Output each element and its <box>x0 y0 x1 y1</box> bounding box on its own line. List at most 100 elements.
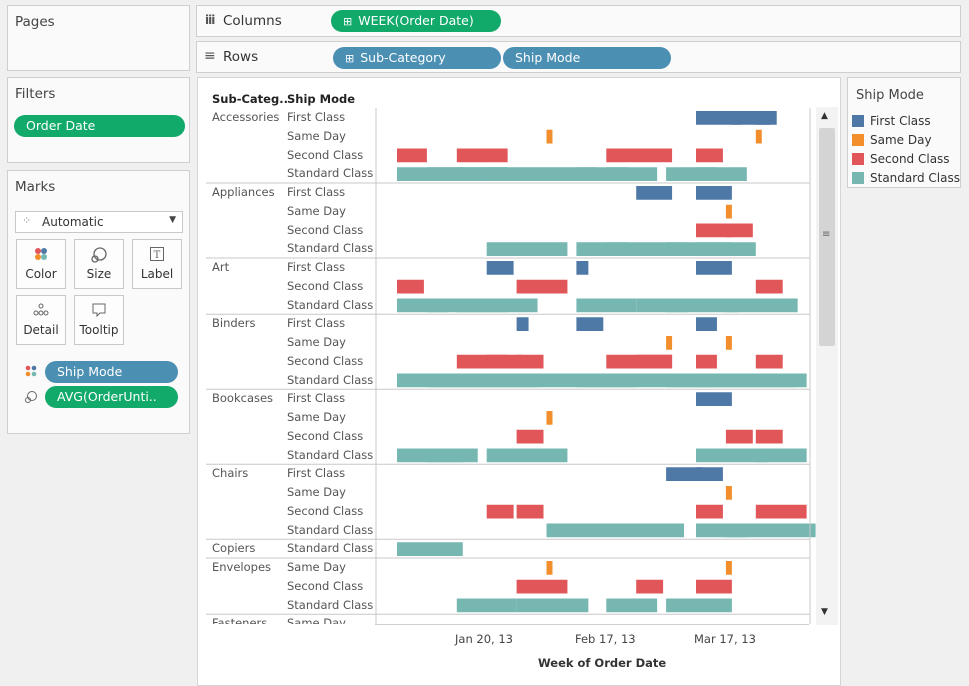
gantt-bar[interactable] <box>456 598 517 613</box>
gantt-bar[interactable] <box>636 186 673 200</box>
gantt-bar[interactable] <box>456 148 508 163</box>
marks-title: Marks <box>15 179 56 195</box>
gantt-bar[interactable] <box>486 504 514 519</box>
gantt-bar[interactable] <box>696 392 732 406</box>
gantt-bar[interactable] <box>486 167 547 181</box>
columns-shelf[interactable]: iii Columns ⊞ WEEK(Order Date) <box>196 5 961 37</box>
gantt-bar[interactable] <box>486 261 514 275</box>
encoding-pill-ship-mode[interactable]: Ship Mode <box>45 361 178 383</box>
gantt-bar[interactable] <box>516 354 544 369</box>
gantt-bar[interactable] <box>546 561 553 575</box>
scroll-down-arrow[interactable]: ▼ <box>821 607 828 617</box>
gantt-bar[interactable] <box>486 242 568 256</box>
color-button[interactable]: Color <box>16 239 66 289</box>
grip-icon: ≡ <box>822 229 831 240</box>
gantt-bar[interactable] <box>516 429 544 444</box>
gantt-bar[interactable] <box>725 523 816 538</box>
gantt-bar[interactable] <box>696 261 732 275</box>
columns-label: Columns <box>223 13 282 29</box>
mark-type-label: Automatic <box>42 215 104 229</box>
size-button[interactable]: Size <box>74 239 124 289</box>
gantt-bar[interactable] <box>725 486 732 500</box>
gantt-bar[interactable] <box>725 298 798 313</box>
legend-label: Second Class <box>870 152 950 166</box>
gantt-bar[interactable] <box>755 504 807 519</box>
gantt-bar[interactable] <box>696 467 723 481</box>
color-button-label: Color <box>25 267 57 281</box>
gantt-bar[interactable] <box>546 129 553 144</box>
gantt-bar[interactable] <box>397 279 424 294</box>
gantt-bar[interactable] <box>696 186 732 200</box>
gantt-bar[interactable] <box>755 373 807 388</box>
gantt-bar[interactable] <box>725 429 753 444</box>
scrollbar-thumb[interactable]: ≡ <box>819 128 835 346</box>
gantt-bar[interactable] <box>755 429 783 444</box>
detail-button[interactable]: Detail <box>16 295 66 345</box>
legend-label: Same Day <box>870 133 932 147</box>
gantt-bar[interactable] <box>755 279 783 294</box>
gantt-bar[interactable] <box>606 167 658 181</box>
columns-pill[interactable]: ⊞ WEEK(Order Date) <box>331 10 501 32</box>
rows-pill-subcategory[interactable]: ⊞ Sub-Category <box>333 47 501 69</box>
rows-shelf[interactable]: ≡ Rows ⊞ Sub-Category Ship Mode <box>196 41 961 73</box>
gantt-bar[interactable] <box>397 542 463 556</box>
gantt-bar[interactable] <box>696 167 747 181</box>
gantt-bar[interactable] <box>516 279 568 294</box>
gantt-bar[interactable] <box>696 504 723 519</box>
gantt-bar[interactable] <box>696 242 756 256</box>
legend-item[interactable]: Same Day <box>852 133 932 147</box>
gantt-bar[interactable] <box>486 298 538 313</box>
gantt-bar[interactable] <box>636 354 673 369</box>
gantt-bar[interactable] <box>516 598 589 613</box>
gantt-bar[interactable] <box>696 354 717 369</box>
text-label-icon: T <box>133 246 181 264</box>
gantt-bar[interactable] <box>546 523 685 538</box>
gantt-bar[interactable] <box>516 579 568 594</box>
gantt-bar[interactable] <box>576 261 589 275</box>
legend-item[interactable]: Second Class <box>852 152 950 166</box>
automatic-icon: ⁘ <box>22 214 32 227</box>
scroll-up-arrow[interactable]: ▲ <box>821 111 828 121</box>
gantt-bar[interactable] <box>755 448 807 463</box>
legend-swatch <box>852 153 864 165</box>
tooltip-button[interactable]: Tooltip <box>74 295 124 345</box>
mark-type-dropdown[interactable]: ⁘ Automatic ▼ <box>15 211 183 233</box>
gantt-bar[interactable] <box>546 411 553 425</box>
gantt-bar[interactable] <box>397 148 427 163</box>
legend-label: First Class <box>870 114 931 128</box>
gantt-bar[interactable] <box>725 223 753 238</box>
gantt-bar[interactable] <box>516 317 529 331</box>
gantt-bar[interactable] <box>636 579 664 594</box>
gantt-bar[interactable] <box>606 148 673 163</box>
encoding-pill-avg[interactable]: AVG(OrderUnti.. <box>45 386 178 408</box>
gantt-bar[interactable] <box>426 448 478 463</box>
tooltip-icon <box>75 302 123 320</box>
gantt-bar[interactable] <box>576 298 637 313</box>
legend-item[interactable]: Standard Class <box>852 171 960 185</box>
rows-pill-shipmode[interactable]: Ship Mode <box>503 47 671 69</box>
gantt-bar[interactable] <box>606 598 658 613</box>
gantt-bar[interactable] <box>725 204 732 219</box>
size-icon <box>75 246 123 264</box>
x-axis-title: Week of Order Date <box>538 656 667 670</box>
gantt-bar[interactable] <box>696 579 732 594</box>
gantt-bar[interactable] <box>666 598 732 613</box>
gantt-bar[interactable] <box>725 336 732 350</box>
gantt-bar[interactable] <box>696 317 717 331</box>
gantt-bar[interactable] <box>666 336 673 350</box>
gantt-bar[interactable] <box>696 148 723 163</box>
gantt-bar[interactable] <box>486 448 568 463</box>
gantt-bar[interactable] <box>755 354 783 369</box>
filter-pill-order-date[interactable]: Order Date <box>14 115 185 137</box>
legend-title: Ship Mode <box>856 88 924 103</box>
label-button[interactable]: T Label <box>132 239 182 289</box>
x-tick-label: Mar 17, 13 <box>694 632 756 646</box>
gantt-bar[interactable] <box>725 561 732 575</box>
vertical-scrollbar[interactable]: ▲ ≡ ▼ <box>816 107 838 625</box>
gantt-bar[interactable] <box>755 111 771 125</box>
gantt-bar[interactable] <box>516 504 544 519</box>
gantt-bar[interactable] <box>576 317 604 331</box>
legend-item[interactable]: First Class <box>852 114 931 128</box>
gantt-bar[interactable] <box>755 129 762 144</box>
marks-panel: Marks ⁘ Automatic ▼ Color Size T Label D… <box>7 170 190 434</box>
